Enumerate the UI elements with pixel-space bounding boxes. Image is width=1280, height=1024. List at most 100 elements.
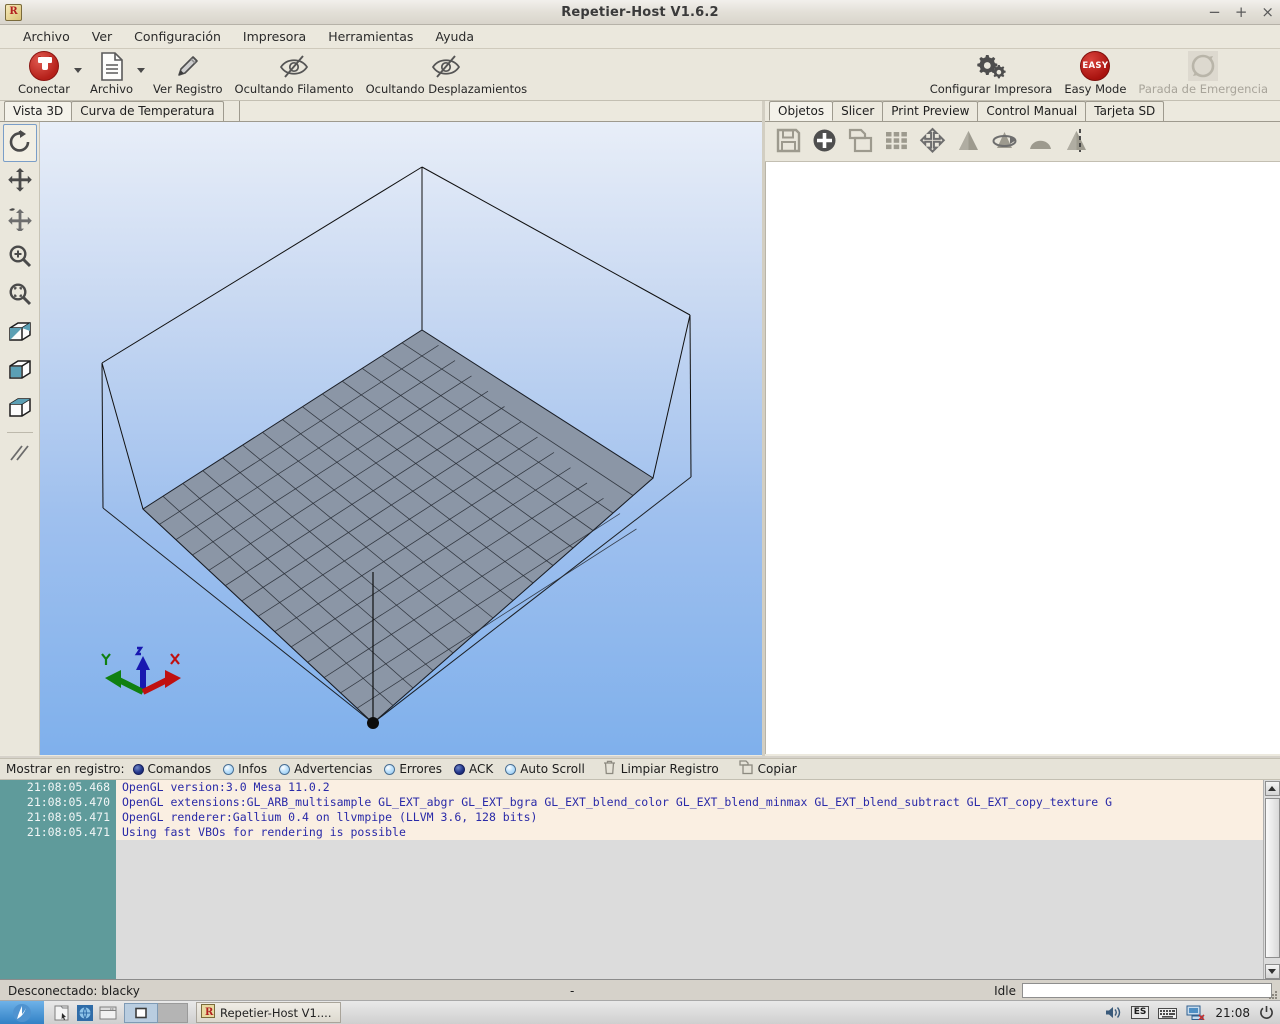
volume-icon[interactable] bbox=[1104, 1005, 1122, 1020]
maximize-icon[interactable]: + bbox=[1235, 5, 1248, 20]
tab-objetos[interactable]: Objetos bbox=[769, 101, 834, 121]
log-scrollbar[interactable] bbox=[1263, 780, 1280, 979]
document-icon bbox=[100, 51, 124, 81]
parallel-lines-tool[interactable] bbox=[3, 435, 37, 473]
connect-dropdown-chevron-down-icon[interactable] bbox=[74, 68, 83, 73]
tab-control-manual[interactable]: Control Manual bbox=[977, 101, 1087, 121]
filter-errores[interactable]: Errores bbox=[384, 762, 442, 776]
filter-infos-radio[interactable] bbox=[223, 763, 235, 775]
taskbar-window-repetier[interactable]: R Repetier-Host V1.... bbox=[196, 1002, 341, 1023]
progress-bar bbox=[1022, 983, 1272, 998]
floppy-save-icon bbox=[775, 127, 802, 157]
cone-icon bbox=[955, 127, 982, 157]
parallel-lines-icon bbox=[7, 441, 33, 468]
view-mode-1-tool[interactable] bbox=[3, 314, 37, 352]
tab-curva-temperatura[interactable]: Curva de Temperatura bbox=[71, 101, 224, 121]
scrollbar-thumb[interactable] bbox=[1265, 798, 1280, 958]
tab-vista-3d[interactable]: Vista 3D bbox=[4, 101, 73, 121]
view-log-button[interactable]: Ver Registro bbox=[147, 49, 229, 96]
file-dropdown-chevron-down-icon[interactable] bbox=[137, 68, 146, 73]
title-bar: R Repetier-Host V1.6.2 − + × bbox=[0, 0, 1280, 25]
filter-comandos-radio[interactable] bbox=[132, 763, 144, 775]
scroll-up-button[interactable] bbox=[1264, 781, 1280, 796]
menu-item-configuracion[interactable]: Configuración bbox=[123, 26, 232, 47]
copy-log-button[interactable]: Copiar bbox=[739, 760, 797, 778]
log-row[interactable]: 21:08:05.471 Using fast VBOs for renderi… bbox=[0, 825, 1263, 840]
view-mode-3-tool[interactable] bbox=[3, 390, 37, 428]
filter-infos-label: Infos bbox=[238, 762, 268, 776]
emergency-stop-button[interactable]: Parada de Emergencia bbox=[1132, 49, 1274, 96]
log-message: Using fast VBOs for rendering is possibl… bbox=[116, 825, 1263, 840]
connect-button[interactable]: Conectar bbox=[12, 49, 76, 96]
filter-auto-scroll[interactable]: Auto Scroll bbox=[505, 762, 585, 776]
split-object-button[interactable] bbox=[1061, 127, 1091, 157]
autoposition-button[interactable] bbox=[917, 127, 947, 157]
copy-object-button[interactable] bbox=[845, 127, 875, 157]
filter-infos[interactable]: Infos bbox=[223, 762, 267, 776]
start-menu-icon[interactable] bbox=[0, 1000, 44, 1024]
multiply-object-button[interactable] bbox=[881, 127, 911, 157]
tab-tarjeta-sd[interactable]: Tarjeta SD bbox=[1085, 101, 1165, 121]
hide-travel-button[interactable]: Ocultando Desplazamientos bbox=[360, 49, 534, 96]
cone-rotate-icon bbox=[990, 127, 1019, 157]
clock[interactable]: 21:08 bbox=[1215, 1006, 1250, 1020]
file-manager-icon[interactable] bbox=[52, 1003, 72, 1023]
view-mode-2-tool[interactable] bbox=[3, 352, 37, 390]
menu-item-ver[interactable]: Ver bbox=[81, 26, 123, 47]
menu-item-herramientas[interactable]: Herramientas bbox=[317, 26, 424, 47]
power-icon[interactable] bbox=[1259, 1005, 1274, 1020]
rotate-view-tool[interactable] bbox=[2, 124, 37, 162]
log-row[interactable]: 21:08:05.468 OpenGL version:3.0 Mesa 11.… bbox=[0, 780, 1263, 795]
minimize-icon[interactable]: − bbox=[1208, 5, 1221, 20]
tab-print-preview[interactable]: Print Preview bbox=[882, 101, 979, 121]
resize-grip[interactable] bbox=[1268, 989, 1278, 999]
drop-object-button[interactable] bbox=[1025, 127, 1055, 157]
filter-ack-radio[interactable] bbox=[453, 763, 465, 775]
hide-filament-button[interactable]: Ocultando Filamento bbox=[229, 49, 360, 96]
quick-launch bbox=[52, 1003, 118, 1023]
workspace-switcher[interactable] bbox=[124, 1002, 188, 1023]
3d-viewport[interactable] bbox=[40, 122, 762, 755]
filter-errores-radio[interactable] bbox=[384, 763, 396, 775]
object-list[interactable] bbox=[765, 162, 1280, 754]
printer-settings-button[interactable]: Configurar Impresora bbox=[924, 49, 1059, 96]
zoom-tool[interactable] bbox=[3, 238, 37, 276]
menu-item-impresora[interactable]: Impresora bbox=[232, 26, 317, 47]
move-arrows-icon bbox=[7, 167, 33, 196]
menu-item-archivo[interactable]: Archivo bbox=[12, 26, 81, 47]
web-browser-icon[interactable] bbox=[75, 1003, 95, 1023]
zoom-fit-tool[interactable] bbox=[3, 276, 37, 314]
language-indicator[interactable]: ES bbox=[1130, 1006, 1150, 1019]
move-view-tool[interactable] bbox=[3, 162, 37, 200]
log-panel[interactable]: 21:08:05.468 OpenGL version:3.0 Mesa 11.… bbox=[0, 780, 1280, 980]
file-button[interactable]: Archivo bbox=[84, 49, 139, 96]
zoom-fit-icon bbox=[7, 281, 33, 310]
workspace-2[interactable] bbox=[158, 1002, 188, 1023]
keyboard-icon[interactable] bbox=[1158, 1006, 1178, 1020]
workspace-1[interactable] bbox=[124, 1002, 158, 1023]
z-axis-indicator bbox=[134, 646, 150, 692]
filter-advertencias[interactable]: Advertencias bbox=[279, 762, 372, 776]
easy-mode-button[interactable]: EASY Easy Mode bbox=[1058, 49, 1132, 96]
clear-log-button[interactable]: Limpiar Registro bbox=[603, 760, 719, 778]
filter-auto-scroll-radio[interactable] bbox=[505, 763, 517, 775]
log-row[interactable]: 21:08:05.470 OpenGL extensions:GL_ARB_mu… bbox=[0, 795, 1263, 810]
menu-item-ayuda[interactable]: Ayuda bbox=[424, 26, 485, 47]
eye-slash-icon bbox=[277, 51, 311, 81]
center-object-button[interactable] bbox=[953, 127, 983, 157]
tab-slicer[interactable]: Slicer bbox=[832, 101, 884, 121]
object-toolbar bbox=[765, 122, 1280, 162]
scroll-down-button[interactable] bbox=[1264, 964, 1280, 979]
move-object-tool[interactable] bbox=[3, 200, 37, 238]
add-object-button[interactable] bbox=[809, 127, 839, 157]
log-row[interactable]: 21:08:05.471 OpenGL renderer:Gallium 0.4… bbox=[0, 810, 1263, 825]
left-tab-strip: Vista 3D Curva de Temperatura bbox=[0, 101, 762, 122]
filter-ack[interactable]: ACK bbox=[453, 762, 493, 776]
filter-advertencias-radio[interactable] bbox=[279, 763, 291, 775]
terminal-icon[interactable] bbox=[98, 1003, 118, 1023]
network-disconnected-icon[interactable] bbox=[1186, 1005, 1206, 1020]
save-object-button[interactable] bbox=[773, 127, 803, 157]
rotate-object-button[interactable] bbox=[989, 127, 1019, 157]
close-icon[interactable]: × bbox=[1261, 5, 1274, 20]
filter-comandos[interactable]: Comandos bbox=[132, 762, 211, 776]
